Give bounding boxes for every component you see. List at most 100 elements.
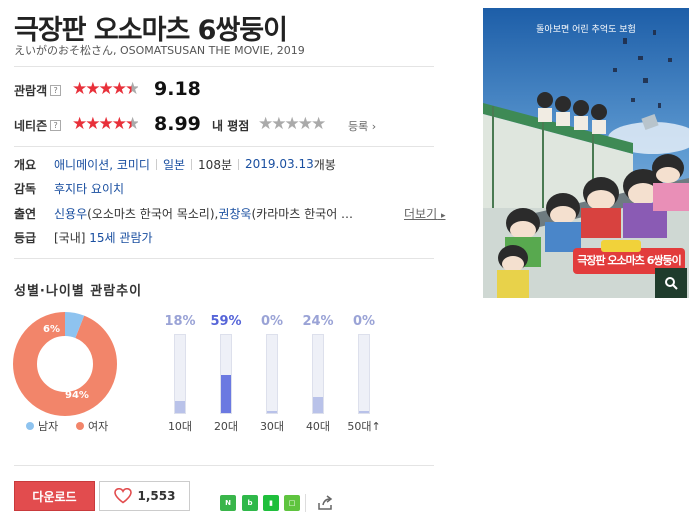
star-icon: ★: [72, 114, 87, 134]
share-icon[interactable]: [316, 494, 334, 512]
my-rating-label: 내 평점: [212, 119, 250, 133]
separator: [238, 158, 239, 170]
divider: [305, 494, 306, 512]
director-row: 감독 후지타 요이치: [14, 178, 124, 198]
grade-country: [국내]: [54, 230, 86, 245]
age-bar: [221, 374, 231, 413]
netizen-rating-label: 네티즌 ?: [14, 117, 62, 134]
audience-stars: ★★★★★: [72, 79, 140, 99]
heart-icon: [113, 488, 132, 504]
star-icon: ★: [125, 79, 140, 99]
divider: [14, 258, 434, 259]
star-icon: ★: [72, 79, 87, 99]
male-pct-label: 6%: [43, 324, 60, 335]
divider: [14, 465, 434, 466]
gender-donut-chart: 6% 94%: [13, 312, 117, 416]
poster-logo-text: 극장판 오소마츠 6쌍둥이: [577, 254, 682, 267]
star-icon: ★: [85, 114, 100, 134]
cast-row: 출연 신용우 (오소마츠 한국어 목소리), 권창욱 (카라마츠 한국어 … 더…: [14, 203, 445, 223]
divider: [14, 146, 434, 147]
age-pct-label: 24%: [302, 314, 334, 329]
share-blog-icon[interactable]: b: [242, 495, 258, 511]
more-link-text: 더보기: [404, 206, 438, 221]
female-legend: 여자: [76, 418, 108, 434]
audience-rating-label: 관람객 ?: [14, 82, 62, 99]
age-pct-label: 0%: [260, 314, 284, 329]
age-pct-label: 59%: [210, 314, 242, 329]
age-bar-track: [312, 334, 324, 414]
age-bar-track: [358, 334, 370, 414]
release-suffix: 개봉: [313, 157, 336, 172]
overview-row: 개요 애니메이션, 코미디 일본 108분 2019.03.13 개봉: [14, 154, 336, 174]
male-legend-dot: [26, 422, 34, 430]
caret-right-icon: ▸: [440, 210, 446, 221]
share-band-icon[interactable]: N: [220, 495, 236, 511]
genre-link[interactable]: 애니메이션, 코미디: [54, 156, 150, 173]
like-button[interactable]: 1,553: [99, 481, 190, 511]
netizen-score: 8.99: [154, 113, 201, 135]
movie-poster[interactable]: 돌아보면 어린 추억도 보험 극장판 오소마츠 6쌍둥이: [483, 8, 689, 298]
movie-subtitle: えいがのおそ松さん, OSOMATSUSAN THE MOVIE, 2019: [14, 44, 305, 57]
star-icon: ★: [111, 114, 127, 134]
grade-key: 등급: [14, 230, 37, 245]
age-label: 40대: [305, 420, 331, 433]
age-pct-label: 0%: [352, 314, 376, 329]
male-legend: 남자: [26, 418, 58, 434]
release-date-link[interactable]: 2019.03.13: [245, 157, 314, 171]
download-button[interactable]: 다운로드: [14, 481, 95, 511]
age-label: 10대: [167, 420, 193, 433]
overview-key: 개요: [14, 157, 37, 172]
netizen-stars: ★★★★★: [72, 114, 140, 134]
my-rating-stars[interactable]: ★★★★★: [258, 114, 326, 134]
cast-key: 출연: [14, 206, 37, 221]
director-key: 감독: [14, 181, 37, 196]
audience-score: 9.18: [154, 78, 201, 100]
runtime: 108분: [198, 157, 232, 172]
help-icon[interactable]: ?: [50, 85, 62, 96]
share-bookmark-icon[interactable]: ▮: [263, 495, 279, 511]
star-icon: ★: [98, 79, 114, 99]
age-pct-label: 18%: [164, 314, 196, 329]
country-link[interactable]: 일본: [163, 156, 185, 173]
poster-tagline: 돌아보면 어린 추억도 보험: [536, 25, 636, 35]
netizen-label-text: 네티즌: [14, 119, 48, 133]
director-link[interactable]: 후지타 요이치: [54, 180, 124, 197]
age-bar: [267, 411, 277, 413]
age-label: 50대↑: [347, 420, 381, 433]
female-pct-label: 94%: [65, 390, 89, 401]
help-icon[interactable]: ?: [50, 120, 62, 131]
age-label: 30대: [259, 420, 285, 433]
female-legend-dot: [76, 422, 84, 430]
chevron-right-icon: ›: [368, 120, 377, 133]
age-bar: [313, 397, 323, 413]
age-bar: [359, 411, 369, 413]
divider: [14, 66, 434, 67]
grade-link[interactable]: 15세 관람가: [89, 229, 152, 246]
audience-label-text: 관람객: [14, 84, 48, 98]
zoom-button[interactable]: [655, 268, 687, 298]
actor-role: (카라마츠 한국어 …: [251, 206, 354, 221]
separator: [191, 158, 193, 170]
age-bar-track: [266, 334, 278, 414]
grade-row: 등급 [국내] 15세 관람가: [14, 227, 153, 247]
more-cast-link[interactable]: 더보기 ▸: [404, 205, 445, 222]
register-rating-link[interactable]: 등록 ›: [348, 118, 376, 134]
star-icon: ★: [111, 79, 127, 99]
search-icon: [665, 277, 678, 290]
age-bar: [175, 401, 185, 413]
star-icon: ★: [98, 114, 114, 134]
male-legend-text: 남자: [38, 420, 59, 433]
like-count: 1,553: [137, 489, 176, 503]
star-icon: ★: [125, 114, 140, 134]
stats-title: 성별·나이별 관람추이: [14, 284, 143, 299]
register-link-text: 등록: [348, 120, 369, 133]
actor-link[interactable]: 권창욱: [218, 205, 251, 222]
separator: [155, 158, 157, 170]
actor-link[interactable]: 신용우: [54, 205, 87, 222]
star-icon: ★: [85, 79, 100, 99]
age-label: 20대: [213, 420, 239, 433]
actor-role: (오소마츠 한국어 목소리),: [87, 206, 219, 221]
share-memo-icon[interactable]: □: [284, 495, 300, 511]
age-bar-track: [174, 334, 186, 414]
female-legend-text: 여자: [88, 420, 109, 433]
